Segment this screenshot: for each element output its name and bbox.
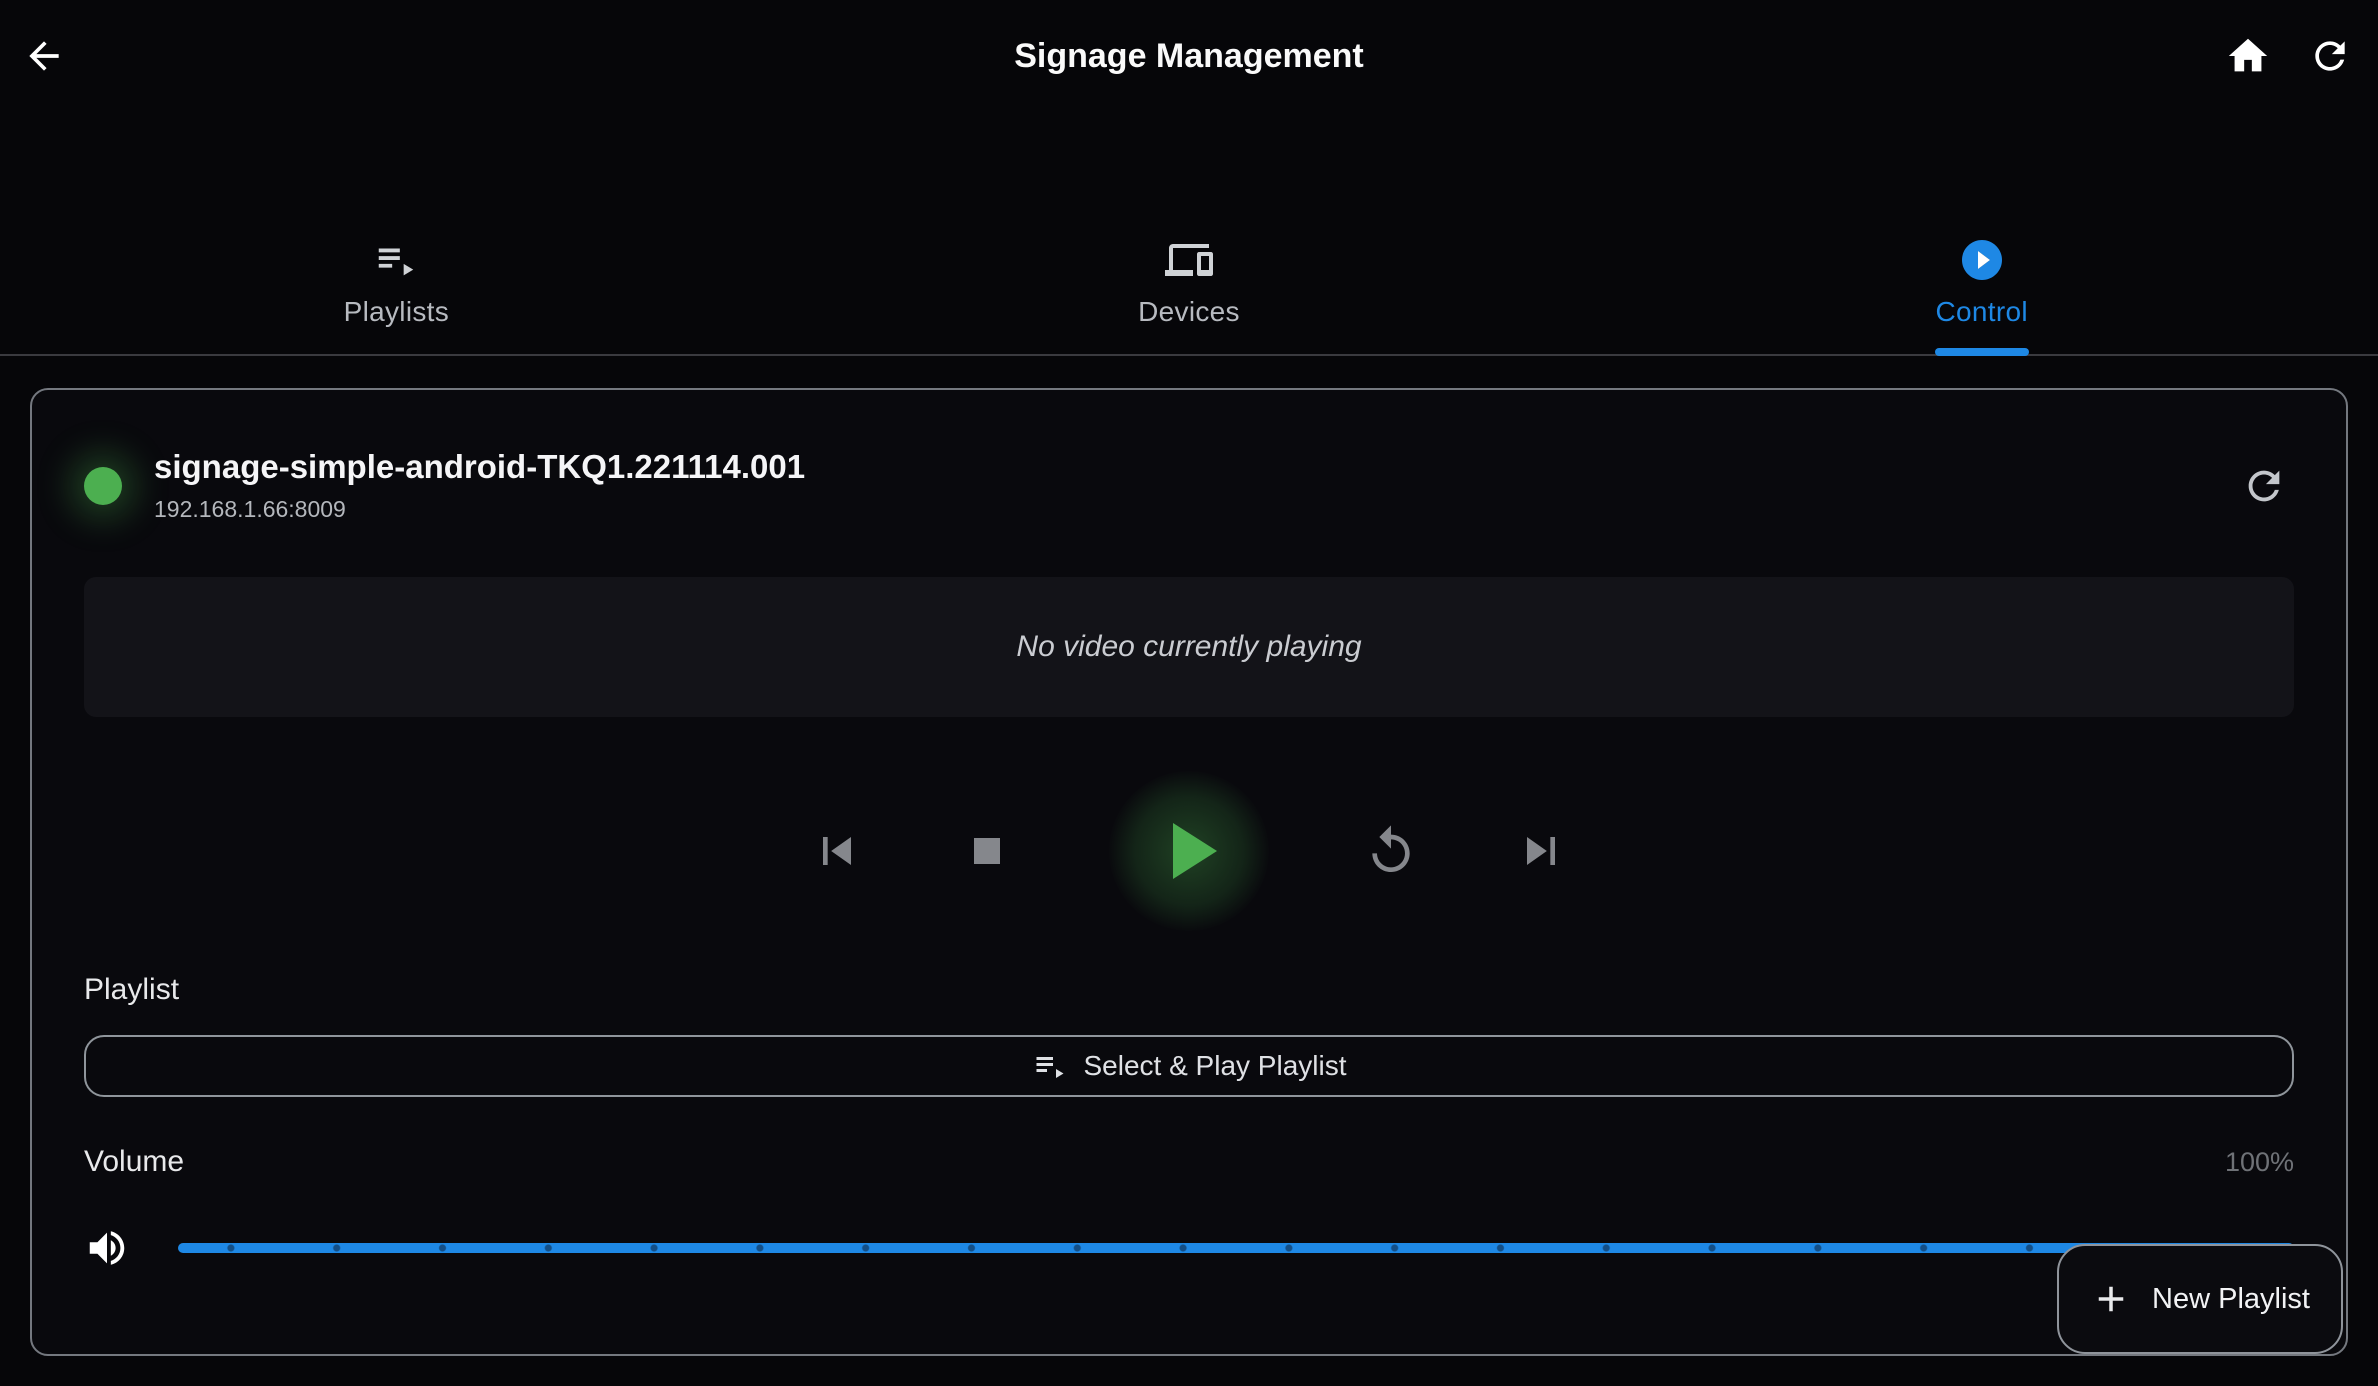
volume-section: Volume 100% (84, 1145, 2294, 1271)
device-header: signage-simple-android-TKQ1.221114.001 1… (84, 448, 2294, 523)
media-controls (84, 751, 2294, 951)
playlist-play-icon (372, 236, 420, 284)
play-circle-icon (1958, 236, 2006, 284)
tab-control[interactable]: Control (1585, 200, 2378, 354)
skip-previous-icon (809, 823, 865, 879)
new-playlist-button[interactable]: New Playlist (2057, 1244, 2343, 1354)
active-tab-indicator (1935, 348, 2029, 356)
now-playing-message: No video currently playing (1016, 630, 1361, 664)
device-refresh-button[interactable] (2234, 456, 2294, 516)
skip-next-button[interactable] (1513, 823, 1569, 879)
tab-devices[interactable]: Devices (793, 200, 1586, 354)
stop-icon (961, 825, 1013, 877)
replay-icon (1363, 823, 1419, 879)
select-play-playlist-label: Select & Play Playlist (1084, 1050, 1347, 1082)
app-bar-actions (2216, 0, 2362, 112)
device-name: signage-simple-android-TKQ1.221114.001 (154, 448, 805, 486)
refresh-icon (2241, 463, 2287, 509)
replay-button[interactable] (1363, 823, 1419, 879)
home-button[interactable] (2216, 24, 2280, 88)
new-playlist-label: New Playlist (2152, 1283, 2310, 1316)
device-address: 192.168.1.66:8009 (154, 496, 805, 523)
tab-label: Playlists (344, 296, 449, 328)
home-icon (2225, 33, 2271, 79)
back-button[interactable] (12, 24, 76, 88)
volume-slider-ticks (178, 1243, 2294, 1253)
refresh-button[interactable] (2298, 24, 2362, 88)
refresh-icon (2308, 34, 2352, 78)
volume-label: Volume (84, 1145, 184, 1179)
arrow-left-icon (22, 34, 66, 78)
volume-up-icon (84, 1225, 130, 1271)
device-control-card: signage-simple-android-TKQ1.221114.001 1… (30, 388, 2348, 1356)
select-play-playlist-button[interactable]: Select & Play Playlist (84, 1035, 2294, 1097)
volume-slider[interactable] (178, 1228, 2294, 1268)
play-icon (1141, 803, 1237, 899)
playlist-section: Playlist Select & Play Playlist (84, 973, 2294, 1097)
volume-row (84, 1225, 2294, 1271)
volume-value: 100% (2225, 1147, 2294, 1178)
tab-label: Control (1935, 296, 2027, 328)
devices-icon (1165, 236, 1213, 284)
app-bar: Signage Management (0, 0, 2378, 112)
skip-previous-button[interactable] (809, 823, 865, 879)
volume-header: Volume 100% (84, 1145, 2294, 1179)
playlist-label: Playlist (84, 973, 2294, 1007)
tab-label: Devices (1138, 296, 1240, 328)
tab-bar: Playlists Devices Control (0, 200, 2378, 356)
online-status-dot (84, 467, 122, 505)
playlist-play-icon (1032, 1048, 1068, 1084)
stop-button[interactable] (959, 823, 1015, 879)
device-info: signage-simple-android-TKQ1.221114.001 1… (154, 448, 805, 523)
plus-icon (2090, 1278, 2132, 1320)
now-playing-box: No video currently playing (84, 577, 2294, 717)
page-title: Signage Management (0, 0, 2378, 112)
skip-next-icon (1513, 823, 1569, 879)
play-button[interactable] (1109, 771, 1269, 931)
tab-playlists[interactable]: Playlists (0, 200, 793, 354)
